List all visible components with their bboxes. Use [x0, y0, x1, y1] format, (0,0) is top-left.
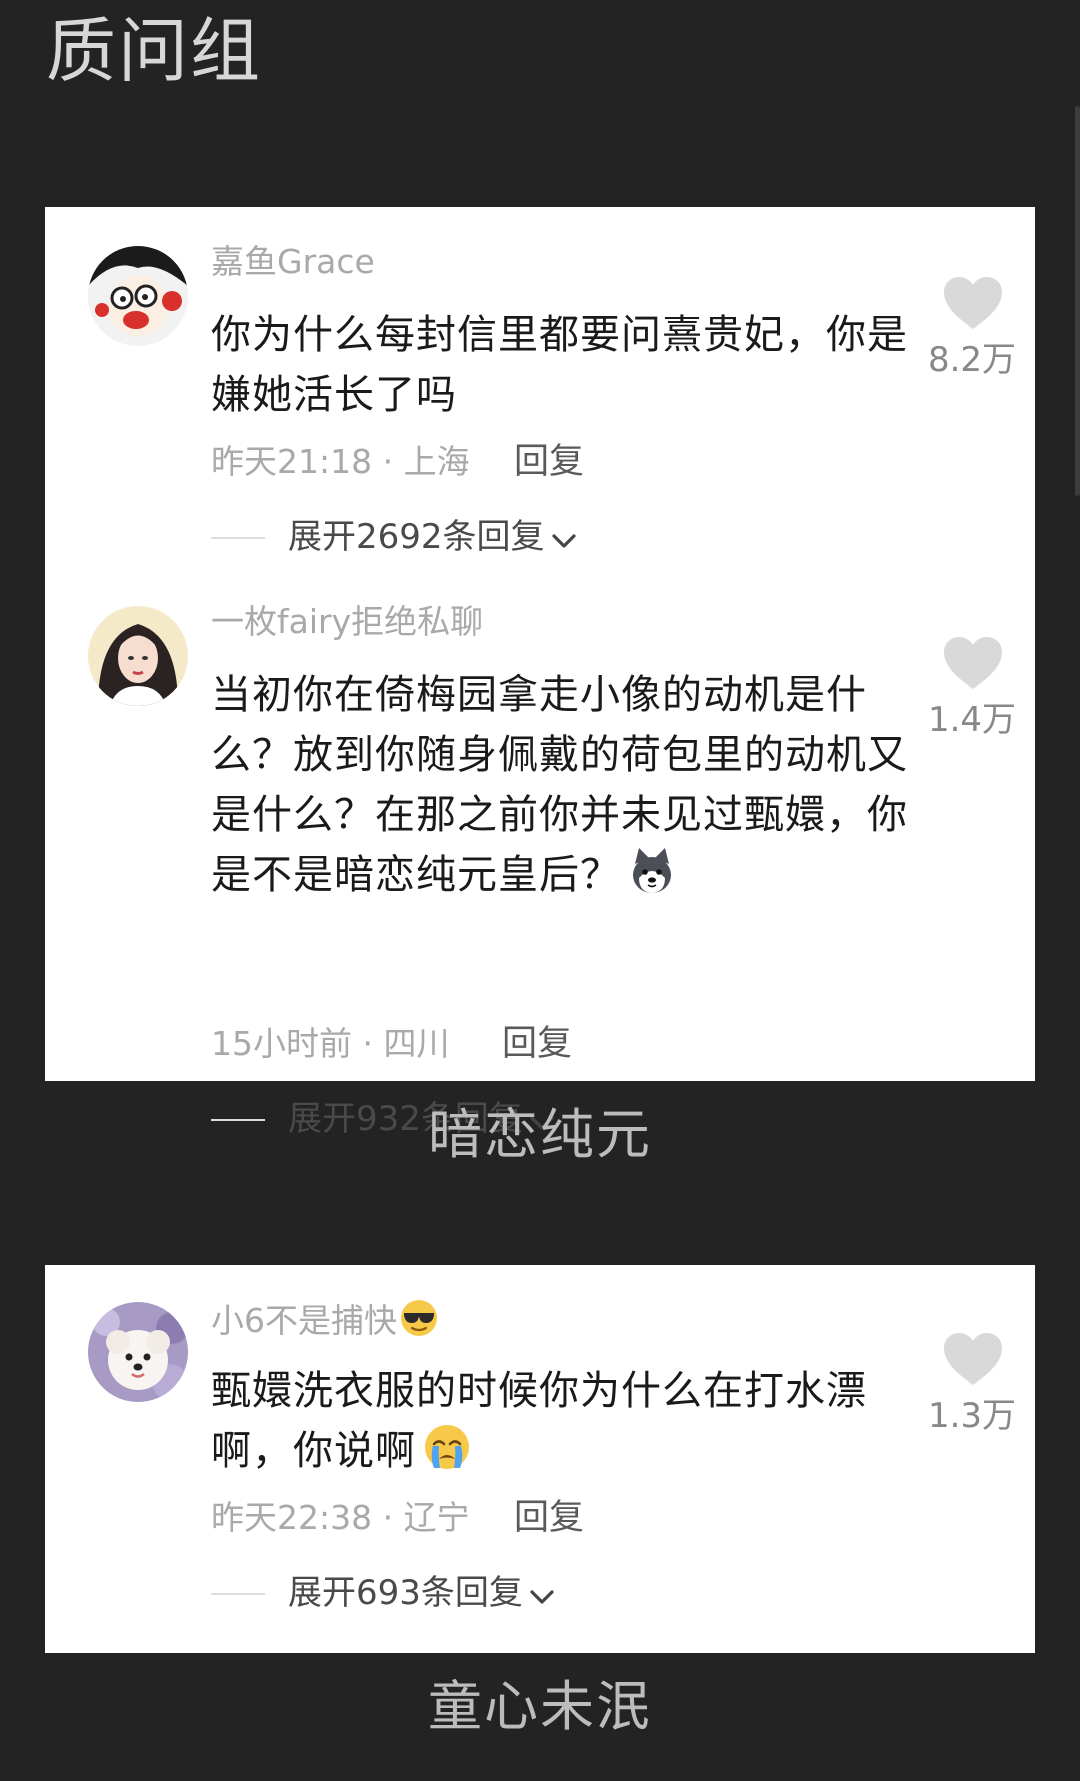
comment-text-content: 你为什么每封信里都要问熹贵妃，你是嫌她活长了吗 [211, 312, 908, 418]
page-title: 质问组 [46, 10, 262, 92]
comment-text-content: 甄嬛洗衣服的时候你为什么在打水漂啊，你说啊 [211, 1368, 867, 1474]
sunglasses-face-emoji [399, 1298, 439, 1349]
reply-button[interactable]: 回复 [514, 440, 584, 484]
expand-replies-label: 展开693条回复 [288, 1573, 523, 1613]
heart-icon[interactable] [942, 1331, 1004, 1387]
comment-text: 当初你在倚梅园拿走小像的动机是什么？放到你随身佩戴的荷包里的动机又是什么？在那之… [211, 665, 931, 913]
comment-text: 你为什么每封信里都要问熹贵妃，你是嫌她活长了吗 [211, 305, 931, 425]
comment-card-2: 小6不是捕快 甄嬛洗衣服的时候你为什么在打水漂啊，你说啊 昨天22:38 · 辽… [45, 1265, 1035, 1653]
comment-username[interactable]: 小6不是捕快 [211, 1298, 439, 1349]
like-count: 1.4万 [927, 700, 1017, 740]
comment-text-content: 当初你在倚梅园拿走小像的动机是什么？放到你随身佩戴的荷包里的动机又是什么？在那之… [211, 672, 908, 898]
white-dog-avatar[interactable] [88, 1302, 188, 1402]
comment-username[interactable]: 一枚fairy拒绝私聊 [211, 600, 483, 644]
expand-divider [211, 1593, 265, 1595]
comment-username-text: 小6不是捕快 [211, 1301, 397, 1340]
comment-meta: 昨天22:38 · 辽宁 [211, 1498, 470, 1537]
comment-text: 甄嬛洗衣服的时候你为什么在打水漂啊，你说啊 [211, 1361, 931, 1489]
chevron-down-icon [551, 517, 577, 561]
expand-replies-button[interactable]: 展开693条回复 [288, 1571, 555, 1617]
like-count: 8.2万 [927, 340, 1017, 380]
heart-icon[interactable] [942, 635, 1004, 691]
reply-button[interactable]: 回复 [502, 1022, 572, 1066]
group-caption: 暗恋纯元 [428, 1103, 652, 1166]
crying-face-emoji [422, 1422, 472, 1489]
chevron-down-icon [529, 1573, 555, 1617]
expand-replies-button[interactable]: 展开2692条回复 [288, 515, 577, 561]
scrollbar[interactable] [1075, 106, 1080, 496]
woman-portrait-avatar[interactable] [88, 606, 188, 706]
cartoon-face-avatar[interactable] [88, 246, 188, 346]
reply-button[interactable]: 回复 [514, 1496, 584, 1540]
group-caption: 童心未泯 [428, 1675, 652, 1738]
like-count: 1.3万 [927, 1396, 1017, 1436]
husky-dog-emoji [627, 846, 677, 913]
comment-card-1: 嘉鱼Grace 你为什么每封信里都要问熹贵妃，你是嫌她活长了吗 昨天21:18 … [45, 207, 1035, 1139]
expand-replies-label: 展开2692条回复 [288, 517, 545, 557]
comment-username[interactable]: 嘉鱼Grace [211, 240, 375, 284]
comment-meta: 15小时前 · 四川 [211, 1024, 450, 1063]
heart-icon[interactable] [942, 275, 1004, 331]
comment-meta: 昨天21:18 · 上海 [211, 442, 470, 481]
expand-divider [211, 537, 265, 539]
